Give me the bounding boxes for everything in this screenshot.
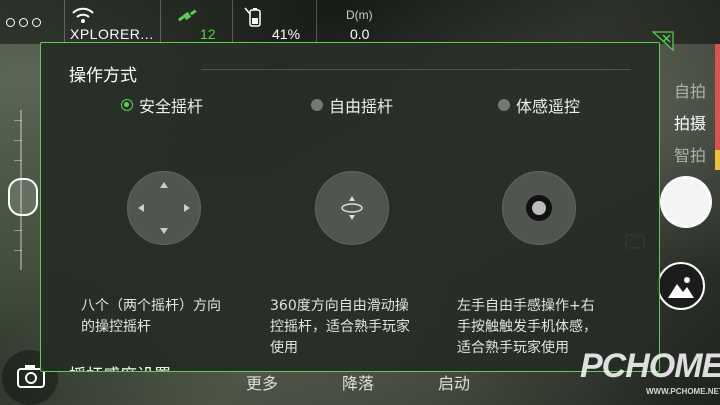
option-motion-control[interactable]: 体感遥控: [498, 93, 580, 117]
motion-control-description: 左手自由手感操作+右 手按触触发手机体感， 适合熟手玩家使用: [457, 298, 597, 356]
shutter-button[interactable]: [660, 176, 712, 228]
device-name: XPLORER...: [70, 26, 154, 42]
launch-button[interactable]: 启动: [438, 370, 470, 394]
safe-joystick-description: 八个（两个摇杆）方向 的操控摇杆: [81, 298, 221, 335]
slider-tick: [14, 140, 22, 141]
satellite-icon: [177, 9, 197, 22]
pchome-watermark: PCHOME WWW.PCHOME.NET: [580, 345, 720, 405]
gimbal-slider-thumb[interactable]: [8, 178, 38, 216]
watermark-url: WWW.PCHOME.NET: [646, 387, 720, 396]
land-button[interactable]: 降落: [342, 370, 374, 394]
free-joystick-icon: [315, 171, 389, 245]
slider-tick: [14, 120, 22, 121]
mode-selfie[interactable]: 自拍: [674, 78, 706, 102]
option-label: 体感遥控: [516, 97, 581, 116]
close-icon[interactable]: [651, 30, 675, 52]
divider: [232, 0, 233, 44]
mode-smart[interactable]: 智拍: [674, 142, 706, 166]
radio-unselected-icon: [498, 99, 510, 111]
control-mode-panel: 操作方式 安全摇杆 自由摇杆 体感遥控 八个（两个摇杆）方向 的操控摇杆 360…: [40, 42, 660, 372]
mode-photo[interactable]: 拍摄: [674, 110, 706, 134]
gallery-button[interactable]: [657, 262, 705, 310]
drone-battery-icon: [244, 7, 261, 27]
wifi-icon: [72, 7, 94, 23]
option-label: 自由摇杆: [329, 97, 394, 116]
status-edge-yellow: [715, 150, 720, 170]
divider: [64, 0, 65, 44]
radio-selected-icon: [121, 99, 133, 111]
option-safe-joystick[interactable]: 安全摇杆: [121, 93, 203, 117]
option-label: 安全摇杆: [139, 97, 204, 116]
radio-unselected-icon: [311, 99, 323, 111]
slider-tick: [14, 160, 22, 161]
status-bar: XPLORER... 12 41% D(m) 0.0: [0, 0, 720, 44]
motion-control-icon: [502, 171, 576, 245]
more-button[interactable]: 更多: [246, 370, 278, 394]
joystick-sensitivity-heading: 摇杆感度设置: [69, 361, 171, 371]
divider: [201, 69, 631, 70]
free-joystick-description: 360度方向自由滑动操 控摇杆，适合熟手玩家 使用: [270, 298, 410, 356]
divider: [160, 0, 161, 44]
divider: [316, 0, 317, 44]
slider-tick: [14, 250, 22, 251]
status-edge-red: [715, 44, 720, 164]
watermark-brand: PCHOME: [580, 347, 720, 385]
more-menu-button[interactable]: [6, 12, 50, 32]
eight-direction-joystick-icon: [127, 171, 201, 245]
panel-title: 操作方式: [69, 66, 137, 86]
option-free-joystick[interactable]: 自由摇杆: [311, 93, 393, 117]
slider-tick: [14, 230, 22, 231]
gallery-icon: [668, 277, 694, 298]
